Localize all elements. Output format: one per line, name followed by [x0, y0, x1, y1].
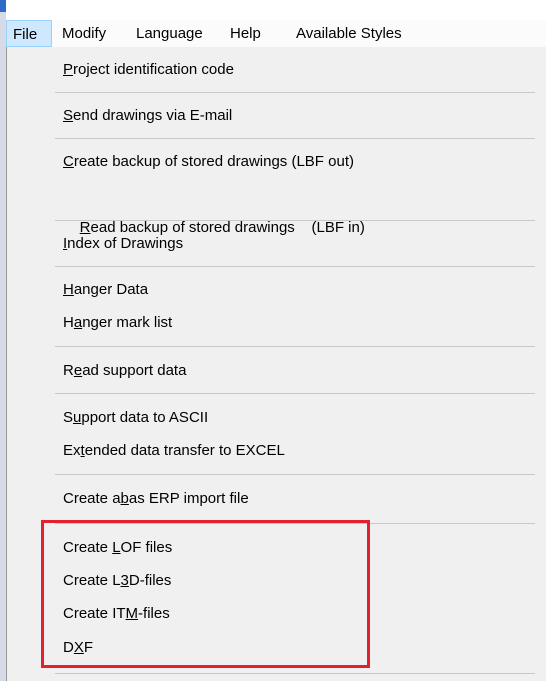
menu-item-project-identification-code[interactable]: Project identification code — [63, 55, 234, 85]
menu-available-styles-label: Available Styles — [296, 25, 402, 42]
menu-separator — [55, 220, 535, 221]
menu-help[interactable]: Help — [230, 20, 261, 47]
menu-item-read-backup[interactable]: Read backup of stored drawings (LBF in) — [63, 183, 365, 236]
menu-item-support-data-ascii[interactable]: Support data to ASCII — [63, 403, 208, 433]
menu-language-label: Language — [136, 25, 203, 42]
menu-item-index-of-drawings[interactable]: Index of Drawings — [63, 229, 183, 259]
menu-file-label: File — [13, 26, 38, 43]
menu-item-create-l3d-files[interactable]: Create L3D-files — [63, 566, 171, 596]
menu-item-send-drawings-email[interactable]: Send drawings via E-mail — [63, 101, 232, 131]
menu-item-create-itm-files[interactable]: Create ITM-files — [63, 599, 170, 629]
menu-item-create-backup[interactable]: Create backup of stored drawings (LBF ou… — [63, 147, 354, 177]
menu-separator — [55, 393, 535, 394]
menu-file[interactable]: File — [6, 20, 52, 47]
menu-separator — [55, 92, 535, 93]
window-title-accent — [0, 0, 6, 12]
menu-separator — [55, 138, 535, 139]
menu-separator — [55, 346, 535, 347]
menu-separator — [55, 523, 535, 524]
menu-separator — [55, 474, 535, 475]
file-dropdown-menu: Project identification code Send drawing… — [6, 47, 546, 681]
menu-bar: File Modify Language Help Available Styl… — [6, 20, 546, 48]
menu-item-create-abas-erp-import[interactable]: Create abas ERP import file — [63, 484, 249, 514]
menu-item-dxf[interactable]: DXF — [63, 633, 93, 663]
menu-help-label: Help — [230, 25, 261, 42]
menu-available-styles[interactable]: Available Styles — [296, 20, 402, 47]
menu-icon-gutter — [7, 47, 45, 681]
menu-separator — [55, 266, 535, 267]
menu-item-create-lof-files[interactable]: Create LOF files — [63, 533, 172, 563]
menu-item-hanger-mark-list[interactable]: Hanger mark list — [63, 308, 172, 338]
menu-separator — [55, 673, 535, 674]
menu-item-read-support-data[interactable]: Read support data — [63, 356, 186, 386]
menu-item-extended-data-transfer-excel[interactable]: Extended data transfer to EXCEL — [63, 436, 285, 466]
menu-item-hanger-data[interactable]: Hanger Data — [63, 275, 148, 305]
menu-language[interactable]: Language — [136, 20, 203, 47]
menu-modify-label: Modify — [62, 25, 107, 42]
menu-modify[interactable]: Modify — [62, 20, 106, 47]
